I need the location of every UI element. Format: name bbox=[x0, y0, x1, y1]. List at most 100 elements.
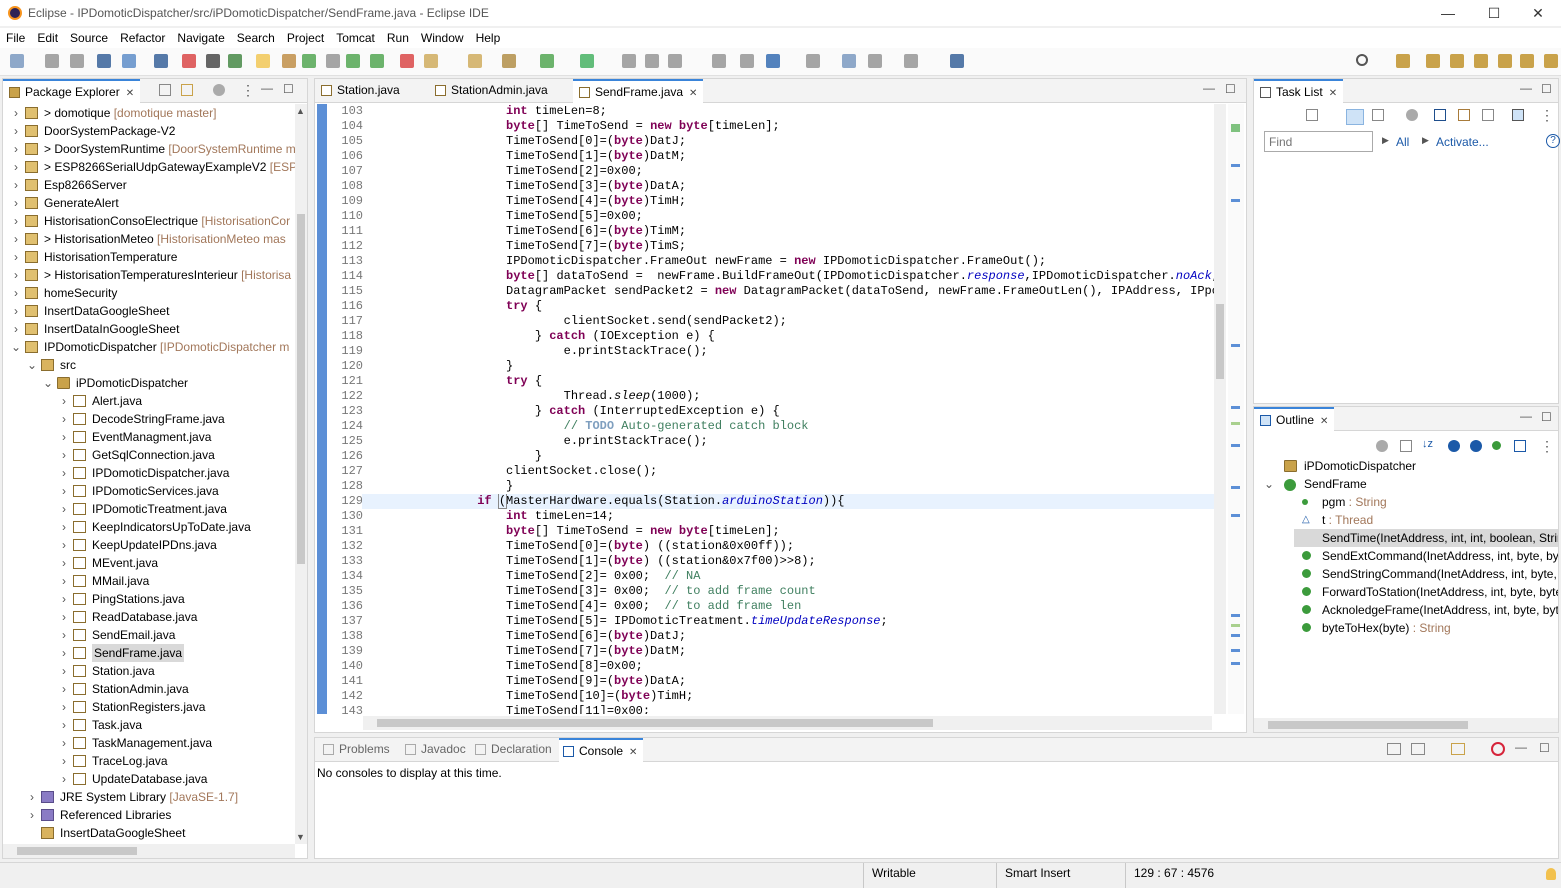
tree-item[interactable]: › Esp8266Server bbox=[3, 176, 295, 194]
tree-item[interactable]: › > HistorisationTemperaturesInterieur [H… bbox=[3, 266, 295, 284]
remote-console-icon[interactable] bbox=[1491, 742, 1505, 756]
tree-item[interactable]: › InsertDataInGoogleSheet bbox=[3, 320, 295, 338]
chevron-right-icon[interactable]: › bbox=[11, 158, 21, 176]
menu-refactor[interactable]: Refactor bbox=[114, 28, 171, 48]
code-line[interactable]: e.printStackTrace(); bbox=[362, 344, 1214, 359]
code-line[interactable]: // TODO Auto-generated catch block bbox=[362, 419, 1214, 434]
toolbar-icon[interactable] bbox=[842, 54, 856, 68]
chevron-right-icon[interactable]: › bbox=[59, 554, 69, 572]
tab-javadoc[interactable]: Javadoc bbox=[401, 738, 472, 762]
chevron-right-icon[interactable]: › bbox=[11, 320, 21, 338]
hide-completed-icon[interactable] bbox=[1434, 109, 1446, 121]
synchronize-icon[interactable] bbox=[1458, 109, 1470, 121]
menu-file[interactable]: File bbox=[0, 28, 31, 48]
tree-item[interactable]: › IPDomoticTreatment.java bbox=[3, 500, 295, 518]
toolbar-icon[interactable] bbox=[400, 54, 414, 68]
close-icon[interactable]: ✕ bbox=[1320, 416, 1328, 427]
maximize-view-icon[interactable]: ☐ bbox=[1541, 82, 1552, 96]
code-line[interactable]: int timeLen=14; bbox=[362, 509, 1214, 524]
tree-item[interactable]: › IPDomoticServices.java bbox=[3, 482, 295, 500]
view-menu-icon[interactable]: ⋮ bbox=[1540, 438, 1554, 455]
toolbar-icon[interactable] bbox=[1396, 54, 1410, 68]
tab-outline[interactable]: Outline ✕ bbox=[1254, 407, 1335, 431]
tree-item[interactable]: › KeepUpdateIPDns.java bbox=[3, 536, 295, 554]
code-line[interactable]: TimeToSend[10]=(byte)TimH; bbox=[362, 689, 1214, 704]
package-explorer-scrollbar[interactable]: ▲ ▼ bbox=[295, 104, 307, 844]
hide-fields-icon[interactable] bbox=[1448, 440, 1460, 452]
tree-item[interactable]: ⌄ src bbox=[3, 356, 295, 374]
toolbar-icon[interactable] bbox=[182, 54, 196, 68]
toolbar-icon[interactable] bbox=[1498, 54, 1512, 68]
hscroll-thumb[interactable] bbox=[17, 847, 137, 855]
code-line[interactable]: } bbox=[362, 359, 1214, 374]
chevron-right-icon[interactable]: › bbox=[59, 518, 69, 536]
tree-item[interactable]: › UpdateDatabase.java bbox=[3, 770, 295, 788]
debug-perspective-icon[interactable] bbox=[1520, 54, 1534, 68]
chevron-right-icon[interactable]: › bbox=[11, 284, 21, 302]
categorized-icon[interactable] bbox=[1346, 109, 1364, 125]
tree-item[interactable]: › Referenced Libraries bbox=[3, 806, 295, 824]
tab-task-list[interactable]: Task List ✕ bbox=[1254, 79, 1344, 103]
tree-item[interactable]: › EventManagment.java bbox=[3, 428, 295, 446]
tree-item[interactable]: InsertDataGoogleSheet bbox=[3, 824, 295, 842]
new-task-icon[interactable] bbox=[1306, 109, 1318, 121]
code-line[interactable]: TimeToSend[8]=0x00; bbox=[362, 659, 1214, 674]
focus-icon[interactable] bbox=[1512, 109, 1524, 121]
editor-tab[interactable]: SendFrame.java ✕ bbox=[573, 79, 704, 103]
tree-item[interactable]: › DecodeStringFrame.java bbox=[3, 410, 295, 428]
outline-item[interactable]: iPDomoticDispatcher bbox=[1254, 457, 1558, 475]
scheduled-icon[interactable] bbox=[1372, 109, 1384, 121]
tree-item[interactable]: › StationAdmin.java bbox=[3, 680, 295, 698]
tab-package-explorer[interactable]: Package Explorer ✕ bbox=[3, 79, 141, 103]
code-line[interactable]: clientSocket.send(sendPacket2); bbox=[362, 314, 1214, 329]
code-line[interactable]: byte[] dataToSend = newFrame.BuildFrameO… bbox=[362, 269, 1214, 284]
chevron-right-icon[interactable]: › bbox=[59, 410, 69, 428]
chevron-right-icon[interactable]: › bbox=[59, 482, 69, 500]
chevron-right-icon[interactable]: › bbox=[59, 536, 69, 554]
maximize-view-icon[interactable]: ☐ bbox=[1539, 741, 1550, 755]
tree-item[interactable]: › > DoorSystemRuntime [DoorSystemRuntime … bbox=[3, 140, 295, 158]
code-line[interactable]: TimeToSend[0]=(byte) ((station&0x00ff)); bbox=[362, 539, 1214, 554]
toolbar-icon[interactable] bbox=[1474, 54, 1488, 68]
display-console-icon[interactable] bbox=[1411, 743, 1425, 755]
minimize-button[interactable]: — bbox=[1425, 0, 1471, 26]
chevron-down-icon[interactable]: ⌄ bbox=[43, 374, 53, 392]
outline-item[interactable]: ForwardToStation(InetAddress, int, byte,… bbox=[1254, 583, 1558, 601]
tab-console[interactable]: Console ✕ bbox=[559, 738, 644, 762]
chevron-right-icon[interactable]: › bbox=[59, 716, 69, 734]
chevron-right-icon[interactable]: › bbox=[59, 446, 69, 464]
chevron-right-icon[interactable]: › bbox=[11, 140, 21, 158]
tab-declaration[interactable]: Declaration bbox=[471, 738, 558, 762]
chevron-down-icon[interactable]: ⌄ bbox=[27, 356, 37, 374]
chevron-right-icon[interactable]: › bbox=[59, 500, 69, 518]
chevron-right-icon[interactable]: › bbox=[11, 302, 21, 320]
toolbar-icon[interactable] bbox=[122, 54, 136, 68]
menu-source[interactable]: Source bbox=[64, 28, 114, 48]
menu-project[interactable]: Project bbox=[281, 28, 330, 48]
search-icon[interactable] bbox=[1356, 54, 1368, 66]
code-line[interactable]: TimeToSend[1]=(byte) ((station&0x7f00)>>… bbox=[362, 554, 1214, 569]
minimize-view-icon[interactable]: — bbox=[1520, 409, 1532, 423]
tree-item[interactable]: › MEvent.java bbox=[3, 554, 295, 572]
menu-run[interactable]: Run bbox=[381, 28, 415, 48]
toolbar-icon[interactable] bbox=[45, 54, 59, 68]
minimize-view-icon[interactable]: — bbox=[261, 81, 273, 95]
code-line[interactable]: TimeToSend[3]=(byte)DatA; bbox=[362, 179, 1214, 194]
tree-item[interactable]: › > domotique [domotique master] bbox=[3, 104, 295, 122]
close-icon[interactable]: ✕ bbox=[126, 88, 134, 99]
tree-item[interactable]: › SendFrame.java bbox=[3, 644, 295, 662]
chevron-right-icon[interactable]: › bbox=[27, 806, 37, 824]
outline-item[interactable]: △ t : Thread bbox=[1254, 511, 1558, 529]
tree-item[interactable]: › HistorisationConsoElectrique [Historisa… bbox=[3, 212, 295, 230]
close-icon[interactable]: ✕ bbox=[1329, 88, 1337, 99]
close-button[interactable]: ✕ bbox=[1515, 0, 1561, 26]
minimize-view-icon[interactable]: — bbox=[1520, 81, 1532, 95]
tree-item[interactable]: › Alert.java bbox=[3, 392, 295, 410]
tree-item[interactable]: › homeSecurity bbox=[3, 284, 295, 302]
chevron-right-icon[interactable]: › bbox=[59, 572, 69, 590]
toolbar-icon[interactable] bbox=[806, 54, 820, 68]
toolbar-icon[interactable] bbox=[282, 54, 296, 68]
collapse-all-icon[interactable] bbox=[1482, 109, 1494, 121]
filter-icon[interactable] bbox=[1376, 440, 1388, 452]
toolbar-icon[interactable] bbox=[424, 54, 438, 68]
